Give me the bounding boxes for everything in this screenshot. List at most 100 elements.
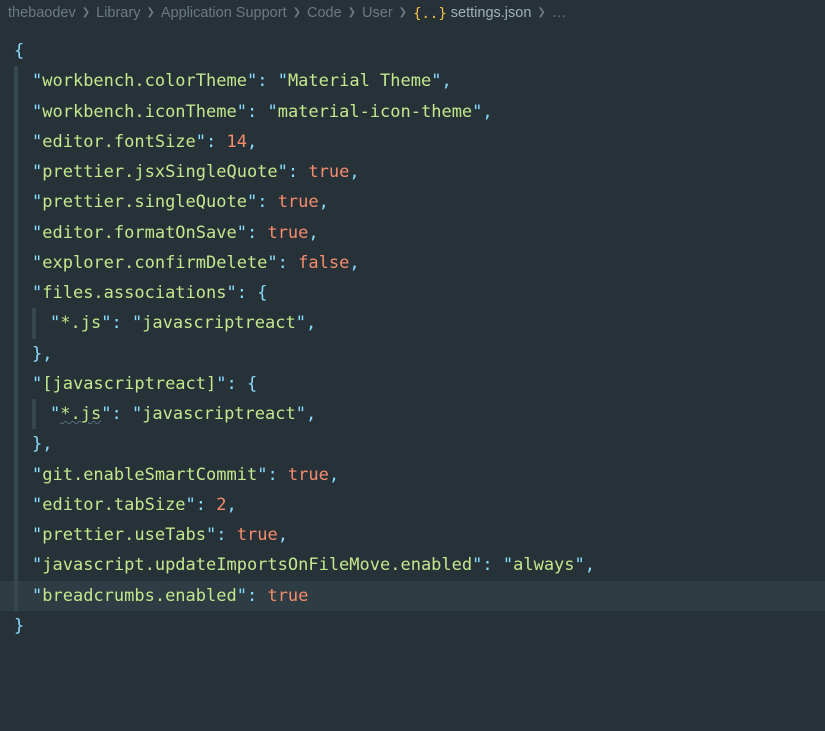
indent-guide [14,127,18,157]
code-line[interactable]: "breadcrumbs.enabled": true [0,581,825,611]
breadcrumb-segment[interactable]: thebaodev [6,1,78,27]
colon: : [247,218,267,248]
json-bool-value: true [288,460,329,490]
quote: " [278,157,288,187]
comma: , [278,520,288,550]
code-line[interactable]: "prettier.jsxSingleQuote": true, [0,157,825,187]
indent-guide [14,369,18,399]
quote: " [50,308,60,338]
code-line[interactable]: }, [0,339,825,369]
code-line[interactable]: { [0,36,825,66]
json-key: javascript.updateImportsOnFileMove.enabl… [42,550,472,580]
code-line[interactable]: "editor.tabSize": 2, [0,490,825,520]
breadcrumb[interactable]: thebaodev ❯ Library ❯ Application Suppor… [0,0,825,28]
json-bool-value: true [308,157,349,187]
indent-guide [14,581,18,611]
code-line[interactable]: "editor.fontSize": 14, [0,127,825,157]
indent-guide [14,66,18,96]
json-key: workbench.colorTheme [42,66,247,96]
indent-guide [14,308,18,338]
quote: " [32,66,42,96]
code-line[interactable]: "files.associations": { [0,278,825,308]
json-key: prettier.singleQuote [42,187,247,217]
colon: : [257,66,277,96]
chevron-right-icon: ❯ [533,4,549,22]
quote: " [32,460,42,490]
json-bool-value: true [278,187,319,217]
comma: , [227,490,237,520]
colon: : [227,369,247,399]
colon: : [237,278,257,308]
json-key: *.js [60,399,101,429]
json-key: workbench.iconTheme [42,97,236,127]
breadcrumb-segment[interactable]: Code [305,1,344,27]
comma: , [441,66,451,96]
code-line[interactable]: "prettier.singleQuote": true, [0,187,825,217]
breadcrumb-file[interactable]: settings.json [449,1,534,27]
brace-open: { [14,36,24,66]
quote: " [32,581,42,611]
brace-close: } [14,611,24,641]
quote: " [237,97,247,127]
colon: : [111,399,131,429]
chevron-right-icon: ❯ [78,4,94,22]
indent-guide [14,550,18,580]
code-line[interactable]: } [0,611,825,641]
quote: " [296,308,306,338]
indent-guide [14,460,18,490]
chevron-right-icon: ❯ [289,4,305,22]
quote: " [237,581,247,611]
quote: " [32,187,42,217]
indent-guide [14,248,18,278]
indent-guide [14,520,18,550]
quote: " [431,66,441,96]
json-string-value: material-icon-theme [278,97,472,127]
json-key: *.js [60,308,101,338]
chevron-right-icon: ❯ [142,4,158,22]
colon: : [216,520,236,550]
json-key: breadcrumbs.enabled [42,581,236,611]
indent-guide [14,97,18,127]
quote: " [575,550,585,580]
comma: , [306,308,316,338]
code-line[interactable]: "editor.formatOnSave": true, [0,218,825,248]
colon: : [288,157,308,187]
json-key: prettier.useTabs [42,520,206,550]
quote: " [267,97,277,127]
quote: " [237,218,247,248]
indent-guide [14,278,18,308]
code-line[interactable]: }, [0,429,825,459]
json-key: [javascriptreact] [42,369,216,399]
quote: " [296,399,306,429]
breadcrumb-segment[interactable]: User [360,1,395,27]
comma: , [42,429,52,459]
code-line[interactable]: "*.js": "javascriptreact", [0,308,825,338]
code-line[interactable]: "*.js": "javascriptreact", [0,399,825,429]
quote: " [32,369,42,399]
quote: " [247,66,257,96]
quote: " [132,308,142,338]
json-key: prettier.jsxSingleQuote [42,157,277,187]
breadcrumb-segment[interactable]: Library [94,1,142,27]
code-line[interactable]: "workbench.colorTheme": "Material Theme"… [0,66,825,96]
quote: " [472,97,482,127]
comma: , [585,550,595,580]
json-bool-value: true [237,520,278,550]
quote: " [101,308,111,338]
code-line[interactable]: "prettier.useTabs": true, [0,520,825,550]
quote: " [32,127,42,157]
comma: , [247,127,257,157]
code-line[interactable]: "workbench.iconTheme": "material-icon-th… [0,97,825,127]
code-editor[interactable]: {"workbench.colorTheme": "Material Theme… [0,28,825,641]
code-line[interactable]: "explorer.confirmDelete": false, [0,248,825,278]
code-line[interactable]: "[javascriptreact]": { [0,369,825,399]
code-line[interactable]: " javascript.updateImportsOnFileMove.enab… [0,550,825,580]
breadcrumb-more[interactable]: … [550,1,569,27]
quote: " [196,127,206,157]
quote: " [206,520,216,550]
indent-guide [14,187,18,217]
colon: : [111,308,131,338]
code-line[interactable]: "git.enableSmartCommit": true, [0,460,825,490]
comma: , [42,339,52,369]
breadcrumb-segment[interactable]: Application Support [159,1,289,27]
